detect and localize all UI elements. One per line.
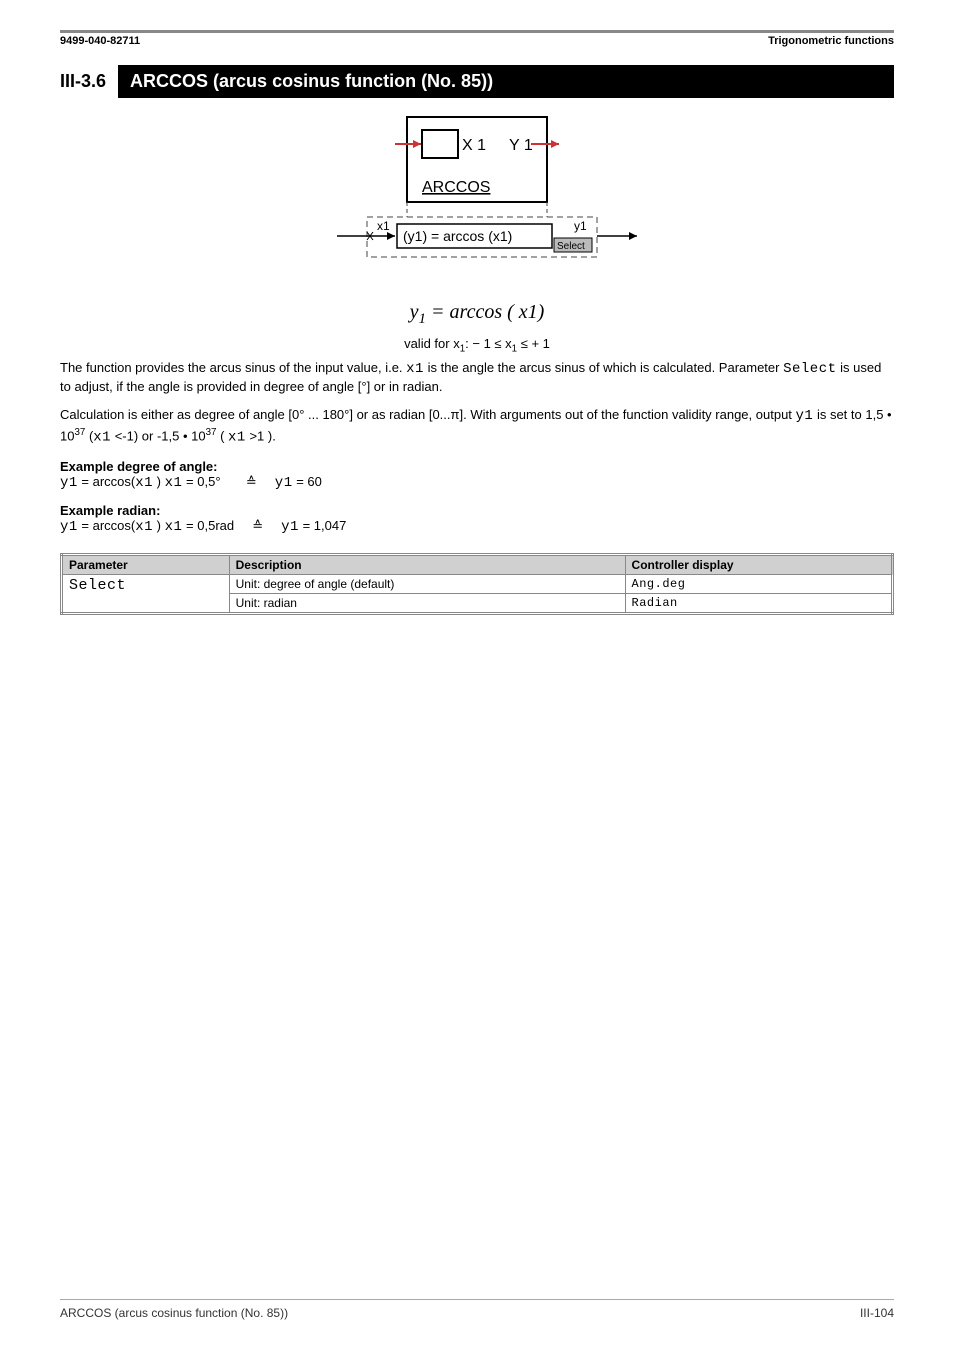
paragraph-1: The function provides the arcus sinus of… (60, 359, 894, 396)
th-display: Controller display (625, 555, 892, 575)
main-formula: y1 = arccos ( x1) (60, 301, 894, 328)
cell-disp-rad: Radian (625, 594, 892, 614)
example-radian-line: y1 = arccos(x1 ) x1 = 0,5rad ≙ y1 = 1,04… (60, 518, 894, 535)
p1b: is the angle the arcus sinus of which is… (424, 360, 783, 375)
th-parameter: Parameter (62, 555, 230, 575)
deg-sym: ≙ (246, 474, 257, 489)
section-heading: III-3.6 ARCCOS (arcus cosinus function (… (60, 65, 894, 98)
header-doc-id: 9499-040-82711 (60, 35, 140, 47)
formula-eq: = (426, 301, 450, 323)
deg-res: = 60 (293, 474, 322, 489)
rad-res: = 1,047 (299, 518, 346, 533)
example-degree-line: y1 = arccos(x1 ) x1 = 0,5° ≙ y1 = 60 (60, 474, 894, 491)
rad-x1: x1 (135, 519, 153, 535)
p1-select: Select (783, 361, 836, 377)
example-degree-title: Example degree of angle: (60, 459, 894, 474)
page: 9499-040-82711 Trigonometric functions I… (0, 0, 954, 1350)
valid-cond: : − 1 ≤ x (465, 336, 512, 351)
p1-x1: x1 (406, 361, 424, 377)
diagram-select-label: Select (557, 241, 585, 252)
diagram-port-out: y1 (574, 219, 587, 233)
p2-exp2: 37 (206, 427, 217, 438)
deg-y1: y1 (60, 475, 78, 491)
section-number: III-3.6 (60, 65, 118, 98)
deg-a: = arccos( (78, 474, 135, 489)
diagram-y1-label: Y 1 (509, 137, 533, 154)
valid-tail: ≤ + 1 (517, 336, 550, 351)
p2a: Calculation is either as degree of angle… (60, 407, 451, 422)
example-radian-title: Example radian: (60, 503, 894, 518)
deg-y1b: y1 (275, 475, 293, 491)
formula-lhs-sub: 1 (419, 311, 427, 327)
header-chapter: Trigonometric functions (768, 35, 894, 47)
cell-desc-rad: Unit: radian (229, 594, 625, 614)
cell-select: Select (62, 575, 230, 614)
deg-c: = 0,5° (182, 474, 220, 489)
rad-y1: y1 (60, 519, 78, 535)
p2-pi: π (451, 407, 460, 422)
page-footer: ARCCOS (arcus cosinus function (No. 85))… (60, 1299, 894, 1320)
p2e: <-1) or -1,5 • 10 (111, 428, 206, 443)
rad-a: = arccos( (78, 518, 135, 533)
formula-open: ( x (502, 301, 528, 323)
diagram-block-name: ARCCOS (422, 179, 490, 196)
valid-prefix: valid for x (404, 336, 460, 351)
p2-y1: y1 (796, 408, 814, 424)
block-diagram: X 1 Y 1 ARCCOS x1 y1 (y1) = arccos (x1) … (60, 112, 894, 295)
p2g: >1 ). (246, 428, 276, 443)
p2f: ( (216, 428, 228, 443)
parameter-table: Parameter Description Controller display… (60, 553, 894, 615)
diagram-port-in: x1 (377, 219, 390, 233)
header-rule (60, 30, 894, 33)
rad-y1b: y1 (281, 519, 299, 535)
diagram-x1-label: X 1 (462, 137, 486, 154)
table-header-row: Parameter Description Controller display (62, 555, 893, 575)
p1a: The function provides the arcus sinus of… (60, 360, 406, 375)
section-title: ARCCOS (arcus cosinus function (No. 85)) (118, 65, 894, 98)
formula-arg-close: 1) (528, 301, 545, 323)
cell-disp-deg: Ang.deg (625, 575, 892, 594)
table-row: Select Unit: degree of angle (default) A… (62, 575, 893, 594)
deg-b: ) (153, 474, 165, 489)
rad-c: = 0,5rad (182, 518, 234, 533)
p2-x1: x1 (93, 429, 111, 445)
rad-b: ) (153, 518, 165, 533)
deg-x1: x1 (135, 475, 153, 491)
th-description: Description (229, 555, 625, 575)
p2-x1b: x1 (228, 429, 246, 445)
p2-exp: 37 (74, 427, 85, 438)
paragraph-2: Calculation is either as degree of angle… (60, 406, 894, 447)
footer-left: ARCCOS (arcus cosinus function (No. 85)) (60, 1306, 288, 1320)
formula-lhs: y (410, 301, 419, 323)
rad-sym: ≙ (252, 518, 263, 533)
p2b: ]. With arguments out of the function va… (460, 407, 796, 422)
formula-func: arccos (450, 301, 503, 323)
diagram-svg: X 1 Y 1 ARCCOS x1 y1 (y1) = arccos (x1) … (297, 112, 657, 292)
diagram-equation: (y1) = arccos (x1) (403, 228, 512, 244)
rad-x1b: x1 (165, 519, 183, 535)
page-header: 9499-040-82711 Trigonometric functions (60, 35, 894, 47)
cell-desc-deg: Unit: degree of angle (default) (229, 575, 625, 594)
deg-x1b: x1 (165, 475, 183, 491)
validity-range: valid for x1: − 1 ≤ x1 ≤ + 1 (60, 336, 894, 355)
footer-right: III-104 (860, 1306, 894, 1320)
